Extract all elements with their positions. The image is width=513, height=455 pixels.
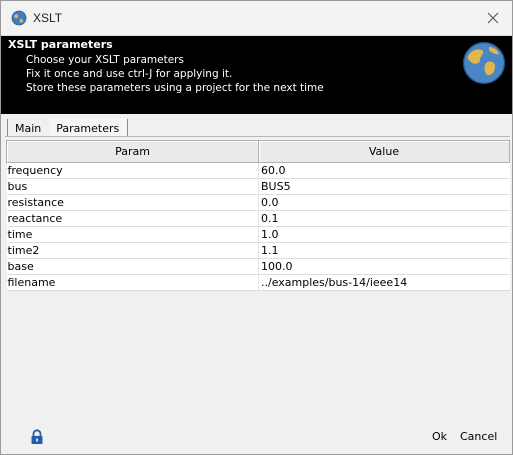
- xslt-dialog: XSLT XSLT parameters Choose your XSLT pa…: [0, 0, 513, 455]
- table-row[interactable]: base 100.0: [6, 258, 510, 275]
- param-cell[interactable]: bus: [6, 178, 259, 195]
- value-cell[interactable]: 60.0: [258, 162, 510, 179]
- column-header-value[interactable]: Value: [258, 140, 510, 163]
- tab-parameters-label: Parameters: [56, 121, 120, 135]
- cancel-button[interactable]: Cancel: [460, 430, 497, 443]
- value-cell[interactable]: BUS5: [258, 178, 510, 195]
- value-cell[interactable]: ../examples/bus-14/ieee14: [258, 274, 510, 291]
- param-cell[interactable]: reactance: [6, 210, 259, 227]
- tab-parameters[interactable]: Parameters: [49, 119, 129, 137]
- app-globe-icon: [11, 10, 27, 26]
- tab-main[interactable]: Main: [7, 119, 50, 137]
- param-cell[interactable]: filename: [6, 274, 259, 291]
- value-cell[interactable]: 1.0: [258, 226, 510, 243]
- tab-divider: [5, 136, 510, 137]
- lock-icon[interactable]: [30, 429, 44, 445]
- window-title: XSLT: [33, 11, 63, 25]
- globe-icon: [462, 41, 506, 85]
- param-cell[interactable]: time2: [6, 242, 259, 259]
- banner-line-choose: Choose your XSLT parameters: [26, 54, 184, 66]
- param-cell[interactable]: base: [6, 258, 259, 275]
- ok-button[interactable]: Ok: [432, 430, 447, 443]
- tab-strip: Main Parameters: [7, 117, 129, 137]
- close-icon: [487, 12, 499, 24]
- close-button[interactable]: [482, 7, 504, 29]
- param-cell[interactable]: frequency: [6, 162, 259, 179]
- table-row[interactable]: resistance 0.0: [6, 194, 510, 211]
- param-cell[interactable]: time: [6, 226, 259, 243]
- value-cell[interactable]: 100.0: [258, 258, 510, 275]
- table-row[interactable]: filename ../examples/bus-14/ieee14: [6, 274, 510, 291]
- table-row[interactable]: bus BUS5: [6, 178, 510, 195]
- banner-title: XSLT parameters: [8, 38, 113, 51]
- value-cell[interactable]: 1.1: [258, 242, 510, 259]
- param-cell[interactable]: resistance: [6, 194, 259, 211]
- header-banner: XSLT parameters Choose your XSLT paramet…: [1, 36, 512, 114]
- table-row[interactable]: time2 1.1: [6, 242, 510, 259]
- parameters-table: Param Value frequency 60.0 bus BUS5 resi…: [6, 140, 510, 291]
- value-cell[interactable]: 0.0: [258, 194, 510, 211]
- table-row[interactable]: frequency 60.0: [6, 162, 510, 179]
- column-header-param[interactable]: Param: [6, 140, 259, 163]
- banner-line-store: Store these parameters using a project f…: [26, 82, 324, 94]
- value-cell[interactable]: 0.1: [258, 210, 510, 227]
- table-row[interactable]: time 1.0: [6, 226, 510, 243]
- banner-line-fix: Fix it once and use ctrl-J for applying …: [26, 68, 233, 80]
- tab-main-label: Main: [15, 121, 42, 135]
- title-bar: XSLT: [1, 1, 512, 36]
- table-row[interactable]: reactance 0.1: [6, 210, 510, 227]
- table-header-row: Param Value: [6, 140, 510, 163]
